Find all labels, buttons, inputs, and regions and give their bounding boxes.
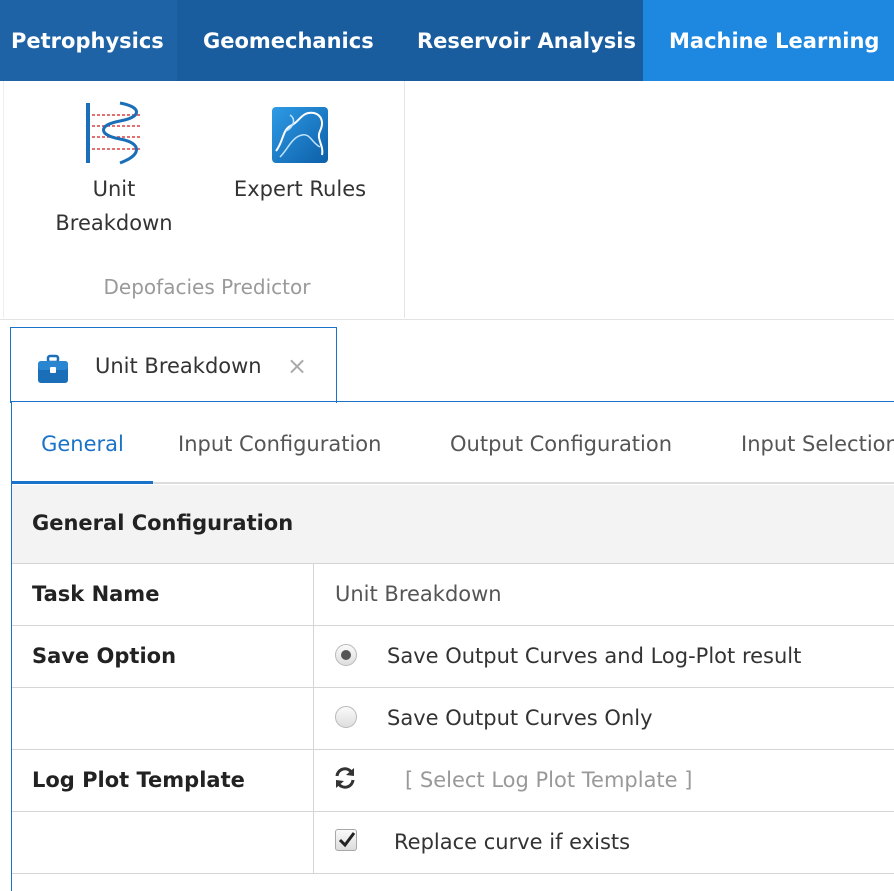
document-tab-unit-breakdown[interactable]: Unit Breakdown ×	[10, 327, 337, 403]
refresh-icon[interactable]	[333, 766, 357, 790]
task-panel: General Input Configuration Output Confi…	[11, 401, 894, 891]
section-header: General Configuration	[12, 485, 894, 564]
unit-breakdown-label-line2: Breakdown	[55, 211, 173, 235]
unit-breakdown-icon	[86, 101, 142, 165]
unit-breakdown-label-line1: Unit	[92, 177, 136, 201]
tab-reservoir-analysis[interactable]: Reservoir Analysis	[389, 0, 643, 81]
checkmark-icon	[338, 832, 356, 848]
task-name-row: Task Name Unit Breakdown	[12, 564, 894, 626]
log-plot-template-label: Log Plot Template	[32, 768, 245, 792]
task-name-value[interactable]: Unit Breakdown	[335, 582, 502, 606]
task-name-label: Task Name	[32, 582, 160, 606]
save-curves-only-label[interactable]: Save Output Curves Only	[387, 706, 653, 730]
ribbon-tab-bar: Petrophysics Geomechanics Reservoir Anal…	[0, 0, 894, 81]
row-divider	[313, 564, 314, 626]
row-divider	[313, 812, 314, 874]
tab-input-configuration[interactable]: Input Configuration	[178, 402, 381, 484]
tab-petrophysics[interactable]: Petrophysics	[0, 0, 177, 81]
section-title: General Configuration	[32, 511, 294, 535]
expert-rules-label: Expert Rules	[233, 177, 367, 201]
save-option-row: Save Option Save Output Curves and Log-P…	[12, 626, 894, 688]
save-curves-and-plot-label[interactable]: Save Output Curves and Log-Plot result	[387, 644, 801, 668]
tab-geomechanics[interactable]: Geomechanics	[177, 0, 389, 81]
save-option-row-2: Save Output Curves Only	[12, 688, 894, 750]
save-curves-and-plot-radio[interactable]	[335, 644, 357, 666]
replace-curve-row: Replace curve if exists	[12, 812, 894, 874]
log-plot-template-row: Log Plot Template [ Select Log Plot Temp…	[12, 750, 894, 812]
unit-breakdown-button[interactable]: Unit Breakdown	[34, 101, 194, 240]
ribbon-group-label: Depofacies Predictor	[103, 275, 311, 299]
ribbon-group-depofacies: Unit Breakdown Expert Rules Depofacies P…	[3, 81, 405, 318]
replace-curve-checkbox[interactable]	[335, 829, 357, 851]
replace-curve-label[interactable]: Replace curve if exists	[394, 830, 630, 854]
log-plot-template-select[interactable]: [ Select Log Plot Template ]	[405, 768, 692, 792]
briefcase-icon	[38, 354, 68, 383]
expert-rules-icon	[272, 107, 328, 163]
row-divider	[313, 688, 314, 750]
tab-input-selection[interactable]: Input Selection	[741, 402, 894, 484]
close-icon[interactable]: ×	[287, 352, 307, 380]
save-curves-only-radio[interactable]	[335, 706, 357, 728]
row-divider	[313, 750, 314, 812]
ribbon-panel: Unit Breakdown Expert Rules Depofacies P…	[0, 81, 894, 320]
tab-machine-learning[interactable]: Machine Learning	[643, 0, 894, 81]
sub-tab-bar: General Input Configuration Output Confi…	[12, 402, 894, 484]
tab-output-configuration[interactable]: Output Configuration	[450, 402, 672, 484]
expert-rules-button[interactable]: Expert Rules	[216, 101, 384, 206]
save-option-label: Save Option	[32, 644, 177, 668]
document-tab-title: Unit Breakdown	[95, 354, 262, 378]
tab-general[interactable]: General	[12, 402, 153, 484]
row-divider	[313, 626, 314, 688]
